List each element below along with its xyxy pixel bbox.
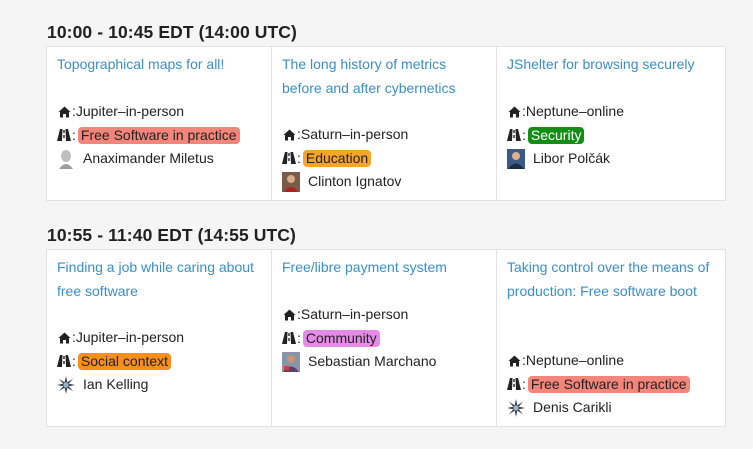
room-mode: online (586, 352, 624, 368)
talk-card: Taking control over the means of product… (497, 250, 725, 426)
speaker-row: Anaximander Miletus (57, 147, 265, 171)
track-row: : Social context (57, 350, 265, 374)
photo-avatar (282, 171, 300, 192)
talk-card: The long history of metrics before and a… (272, 47, 497, 200)
road-icon (282, 331, 296, 345)
talk-card: Topographical maps for all! : Jupiter – … (47, 47, 272, 200)
talk-title-link[interactable]: Topographical maps for all! (57, 53, 263, 77)
house-icon (507, 105, 521, 119)
room-mode: in-person (125, 103, 185, 119)
room-row: : Saturn – in-person (282, 303, 490, 327)
road-icon (57, 128, 71, 142)
track-row: : Free Software in practice (57, 124, 265, 148)
house-icon (57, 331, 71, 345)
house-icon (282, 128, 296, 142)
room-mode: in-person (349, 306, 409, 322)
speaker-name[interactable]: Ian Kelling (83, 373, 148, 397)
room-name: Saturn (300, 306, 343, 322)
speaker-name[interactable]: Anaximander Miletus (83, 147, 214, 171)
room-name: Jupiter (75, 103, 118, 119)
slot-title: 10:55 - 11:40 EDT (14:55 UTC) (47, 225, 296, 245)
track-row: : Community (282, 327, 490, 351)
session-grid: Topographical maps for all! : Jupiter – … (46, 46, 726, 201)
house-icon (57, 105, 71, 119)
room-row: : Neptune – online (507, 100, 719, 124)
track-row: : Free Software in practice (507, 373, 719, 397)
slot-title: 10:00 - 10:45 EDT (14:00 UTC) (47, 22, 297, 42)
road-icon (507, 377, 521, 391)
road-icon (507, 128, 521, 142)
photo-avatar (507, 148, 525, 169)
room-row: : Jupiter – in-person (57, 326, 265, 350)
room-mode: in-person (349, 126, 409, 142)
house-icon (507, 354, 521, 368)
talk-card: Finding a job while caring about free so… (47, 250, 272, 426)
speaker-name[interactable]: Sebastian Marchano (308, 350, 436, 374)
room-row: : Jupiter – in-person (57, 100, 265, 124)
house-icon (282, 308, 296, 322)
road-icon (282, 151, 296, 165)
talk-title-link[interactable]: Taking control over the means of product… (507, 256, 717, 303)
track-badge[interactable]: Security (527, 126, 585, 144)
photo-avatar (282, 351, 300, 372)
room-row: : Saturn – in-person (282, 123, 490, 147)
room-name: Neptune (525, 103, 579, 119)
track-badge[interactable]: Free Software in practice (77, 126, 240, 144)
speaker-row: Sebastian Marchano (282, 350, 490, 374)
room-mode: in-person (125, 329, 185, 345)
speaker-name[interactable]: Libor Polčák (533, 147, 610, 171)
speaker-row: Denis Carikli (507, 396, 719, 420)
track-badge[interactable]: Social context (77, 352, 172, 370)
track-row: : Education (282, 147, 490, 171)
star-avatar (507, 398, 525, 418)
room-name: Saturn (300, 126, 343, 142)
room-row: : Neptune – online (507, 349, 719, 373)
talk-title-link[interactable]: Finding a job while caring about free so… (57, 256, 263, 303)
speaker-row: Clinton Ignatov (282, 170, 490, 194)
speaker-name[interactable]: Clinton Ignatov (308, 170, 401, 194)
speaker-name[interactable]: Denis Carikli (533, 396, 612, 420)
speaker-row: Ian Kelling (57, 373, 265, 397)
session-grid: Finding a job while caring about free so… (46, 249, 726, 427)
speaker-row: Libor Polčák (507, 147, 719, 171)
room-mode: online (586, 103, 624, 119)
talk-title-link[interactable]: Free/libre payment system (282, 256, 488, 280)
track-row: : Security (507, 124, 719, 148)
track-badge[interactable]: Community (302, 329, 380, 347)
talk-title-link[interactable]: JShelter for browsing securely (507, 53, 717, 77)
talk-title-link[interactable]: The long history of metrics before and a… (282, 53, 488, 100)
room-name: Jupiter (75, 329, 118, 345)
talk-card: Free/libre payment system : Saturn – in-… (272, 250, 497, 426)
talk-card: JShelter for browsing securely : Neptune… (497, 47, 725, 200)
room-name: Neptune (525, 352, 579, 368)
track-badge[interactable]: Free Software in practice (527, 375, 690, 393)
star-avatar (57, 375, 75, 395)
track-badge[interactable]: Education (302, 149, 372, 167)
road-icon (57, 354, 71, 368)
bust-avatar (57, 148, 75, 169)
